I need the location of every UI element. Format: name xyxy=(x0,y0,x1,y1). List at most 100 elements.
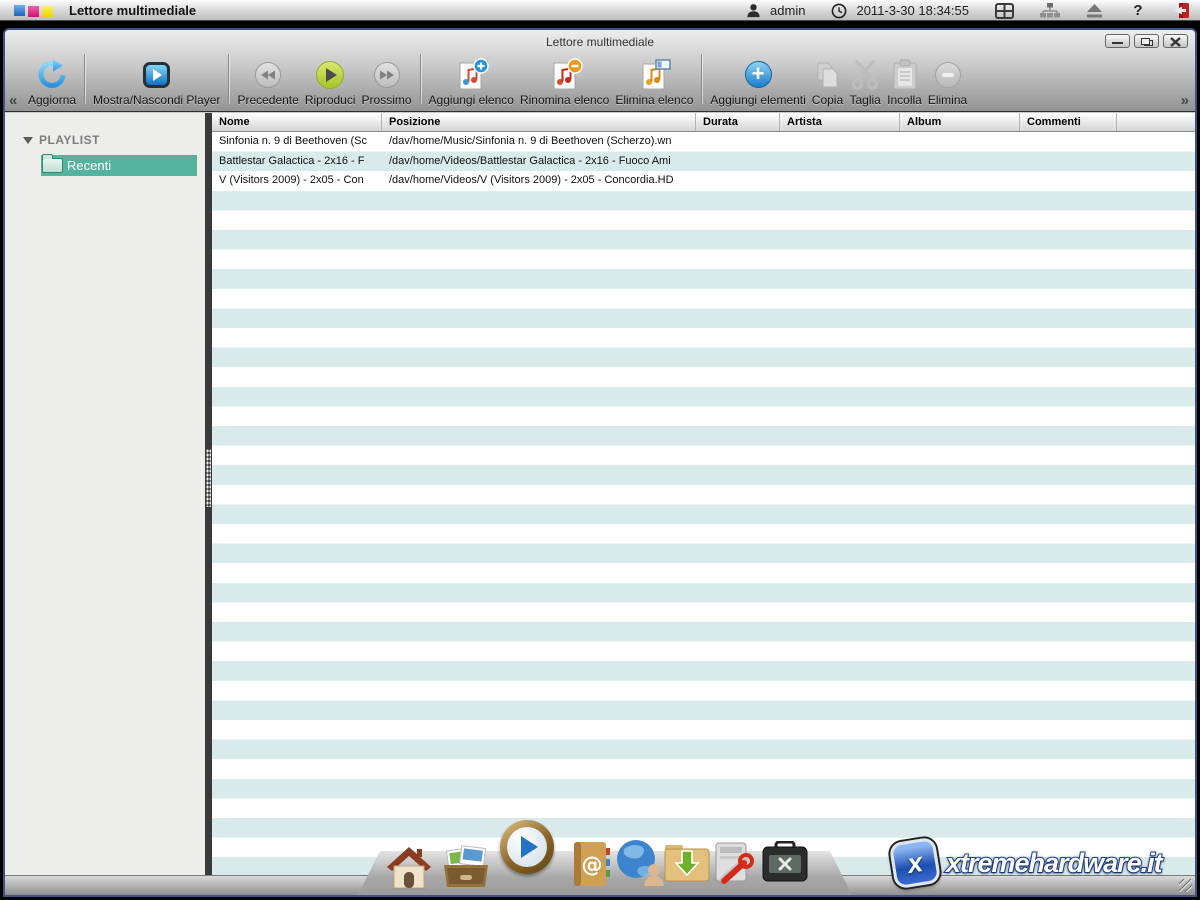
cell-durata xyxy=(696,171,780,191)
table-body: Sinfonia n. 9 di Beethoven (Sc /dav/home… xyxy=(212,132,1195,875)
system-topbar: Lettore multimediale admin 2011-3-30 18:… xyxy=(0,0,1200,21)
apps-grid-icon[interactable] xyxy=(995,3,1014,19)
cell-posizione: /dav/home/Videos/Battlestar Galactica - … xyxy=(382,152,696,172)
window-chrome: Lettore multimediale « Aggiorna xyxy=(5,30,1195,112)
column-header-posizione[interactable]: Posizione xyxy=(382,113,696,131)
playlist-section-header[interactable]: PLAYLIST xyxy=(23,133,205,147)
cell-nome: Battlestar Galactica - 2x16 - F xyxy=(212,152,382,172)
username: admin xyxy=(770,3,805,18)
close-button[interactable] xyxy=(1163,34,1188,48)
media-table: Nome Posizione Durata Artista Album Comm… xyxy=(212,113,1195,875)
cell-posizione: /dav/home/Music/Sinfonia n. 9 di Beethov… xyxy=(382,132,696,152)
toolbox-icon[interactable] xyxy=(760,841,810,890)
cell-posizione: /dav/home/Videos/V (Visitors 2009) - 2x0… xyxy=(382,171,696,191)
toolbar-scroll-left[interactable]: « xyxy=(9,92,17,109)
rename-playlist-button[interactable]: Rinomina elenco xyxy=(517,51,612,107)
cell-durata xyxy=(696,152,780,172)
refresh-icon xyxy=(36,56,68,93)
sidebar-splitter[interactable] xyxy=(205,113,212,875)
column-header-commenti[interactable]: Commenti xyxy=(1020,113,1117,131)
toolbar-scroll-right[interactable]: » xyxy=(1181,92,1189,109)
folder-icon xyxy=(42,158,63,173)
cell-commenti xyxy=(1020,152,1117,172)
logo-square-pink xyxy=(28,6,39,17)
download-icon[interactable] xyxy=(662,841,712,890)
sidebar-item-recenti[interactable]: Recenti xyxy=(41,155,197,176)
play-button[interactable]: Riproduci xyxy=(302,51,359,107)
table-row[interactable]: Sinfonia n. 9 di Beethoven (Sc /dav/home… xyxy=(212,132,1195,152)
cell-artista xyxy=(780,132,900,152)
minimize-button[interactable] xyxy=(1105,34,1130,48)
previous-button[interactable]: Precedente xyxy=(234,51,301,107)
storage-tools-icon[interactable] xyxy=(710,839,760,890)
media-player-icon[interactable] xyxy=(500,820,554,874)
help-icon[interactable]: ? xyxy=(1129,2,1147,19)
minimize-icon xyxy=(1112,42,1123,44)
cell-artista xyxy=(780,171,900,191)
cell-durata xyxy=(696,132,780,152)
network-icon[interactable] xyxy=(1040,3,1060,18)
watermark-x-badge: x xyxy=(889,837,942,890)
home-icon[interactable] xyxy=(384,845,434,896)
playlist-rename-icon xyxy=(547,56,583,93)
delete-items-button[interactable]: Elimina xyxy=(925,51,970,107)
column-header-artista[interactable]: Artista xyxy=(780,113,900,131)
next-button[interactable]: Prossimo xyxy=(359,51,415,107)
window-title: Lettore multimediale xyxy=(5,35,1195,49)
cell-commenti xyxy=(1020,132,1117,152)
cell-nome: V (Visitors 2009) - 2x05 - Con xyxy=(212,171,382,191)
brand-logo xyxy=(14,4,53,17)
cell-album xyxy=(900,152,1020,172)
watermark-text: xtremehardware.it xyxy=(946,848,1162,879)
system-title: Lettore multimediale xyxy=(69,3,196,18)
xtremehardware-watermark: x xtremehardware.it xyxy=(892,840,1162,886)
photos-icon[interactable] xyxy=(438,843,494,896)
toolbar-separator xyxy=(84,54,85,104)
cell-album xyxy=(900,132,1020,152)
column-header-durata[interactable]: Durata xyxy=(696,113,780,131)
logo-square-blue xyxy=(14,5,25,16)
table-row[interactable]: Battlestar Galactica - 2x16 - F /dav/hom… xyxy=(212,152,1195,172)
toolbar: « Aggiorna Mostra/Nascondi Player xyxy=(5,50,1195,111)
dock: @ xyxy=(352,815,858,897)
add-items-icon: + xyxy=(745,56,772,93)
add-items-button[interactable]: + Aggiungi elementi xyxy=(707,51,808,107)
column-header-filler xyxy=(1117,113,1195,131)
restore-button[interactable] xyxy=(1134,34,1159,48)
playlist-delete-icon xyxy=(636,56,672,93)
copy-button[interactable]: Copia xyxy=(809,51,846,107)
add-playlist-button[interactable]: Aggiungi elenco xyxy=(426,51,517,107)
table-header: Nome Posizione Durata Artista Album Comm… xyxy=(212,113,1195,132)
sidebar-item-label: Recenti xyxy=(67,158,111,173)
clock-icon xyxy=(831,3,847,19)
playlist-add-icon xyxy=(453,56,489,93)
collapse-caret-icon xyxy=(23,137,33,144)
table-row[interactable]: V (Visitors 2009) - 2x05 - Con /dav/home… xyxy=(212,171,1195,191)
column-header-album[interactable]: Album xyxy=(900,113,1020,131)
toggle-player-button[interactable]: Mostra/Nascondi Player xyxy=(90,51,223,107)
splitter-grip xyxy=(206,449,211,507)
refresh-button[interactable]: Aggiorna xyxy=(25,51,79,107)
playlist-sidebar: PLAYLIST Recenti xyxy=(5,113,205,875)
eject-icon[interactable] xyxy=(1086,4,1103,18)
user-icon xyxy=(746,3,761,18)
web-users-icon[interactable] xyxy=(614,837,666,892)
cell-commenti xyxy=(1020,171,1117,191)
cell-artista xyxy=(780,152,900,172)
copy-icon xyxy=(812,56,842,93)
column-header-nome[interactable]: Nome xyxy=(212,113,382,131)
toolbar-separator xyxy=(701,54,702,104)
play-icon xyxy=(316,56,344,93)
delete-icon xyxy=(935,56,961,93)
next-icon xyxy=(374,56,400,93)
delete-playlist-button[interactable]: Elimina elenco xyxy=(612,51,696,107)
logout-icon[interactable] xyxy=(1173,2,1190,19)
cut-icon xyxy=(849,56,881,93)
media-player-window: Lettore multimediale « Aggiorna xyxy=(3,28,1197,897)
datetime: 2011-3-30 18:34:55 xyxy=(856,3,969,18)
paste-button[interactable]: Incolla xyxy=(884,51,925,107)
logo-square-yellow xyxy=(42,6,53,17)
cut-button[interactable]: Taglia xyxy=(846,51,884,107)
contacts-icon[interactable]: @ xyxy=(570,840,612,893)
resize-grip[interactable] xyxy=(1179,879,1192,892)
